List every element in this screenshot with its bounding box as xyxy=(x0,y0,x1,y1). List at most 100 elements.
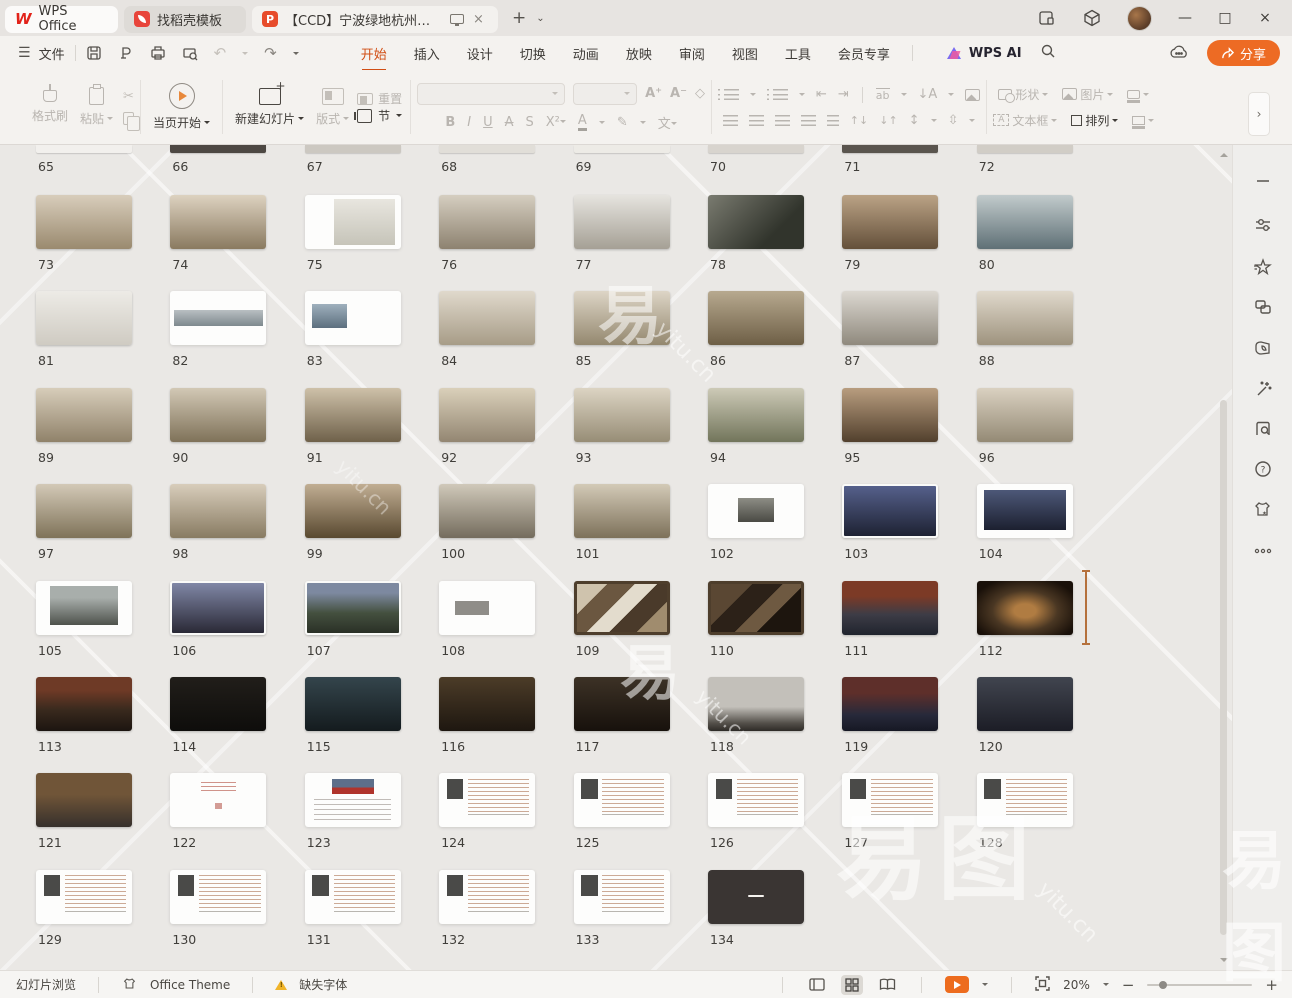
slide-thumbnail[interactable] xyxy=(170,677,266,731)
slide-thumbnail[interactable] xyxy=(977,677,1073,731)
slide-thumbnail[interactable] xyxy=(708,773,804,827)
share-button[interactable]: 分享 xyxy=(1207,40,1280,66)
slide-thumbnail[interactable] xyxy=(708,388,804,442)
find-document-icon[interactable] xyxy=(1251,417,1275,441)
save-icon[interactable] xyxy=(86,45,102,61)
slide-thumbnail[interactable] xyxy=(842,581,938,635)
slide-thumbnail[interactable] xyxy=(842,773,938,827)
slide-thumbnail[interactable] xyxy=(439,677,535,731)
slide-thumbnail[interactable] xyxy=(842,195,938,249)
devices-icon[interactable] xyxy=(1039,10,1057,26)
section-button[interactable]: 节 xyxy=(357,107,402,124)
slide-thumbnail[interactable] xyxy=(708,145,804,153)
slide-thumbnail[interactable] xyxy=(305,195,401,249)
user-avatar[interactable] xyxy=(1127,6,1152,31)
wps-ai-button[interactable]: WPS AI xyxy=(947,46,1022,61)
search-icon[interactable] xyxy=(1040,43,1056,63)
tab-list-chevron-icon[interactable]: ⌄ xyxy=(536,13,544,24)
slide-thumbnail[interactable] xyxy=(708,581,804,635)
print-icon[interactable] xyxy=(150,45,166,61)
zoom-chevron-icon[interactable] xyxy=(1103,983,1109,989)
slide-thumbnail[interactable] xyxy=(574,291,670,345)
switch-windows-icon[interactable] xyxy=(1251,295,1275,319)
zoom-level[interactable]: 20% xyxy=(1063,978,1090,992)
slide-thumbnail[interactable] xyxy=(36,388,132,442)
maximize-button[interactable]: □ xyxy=(1218,10,1232,26)
close-button[interactable]: × xyxy=(1258,10,1272,26)
docer-resource-icon[interactable] xyxy=(1251,336,1275,360)
scroll-up-icon[interactable] xyxy=(1220,149,1228,157)
slide-thumbnail[interactable] xyxy=(439,581,535,635)
slide-thumbnail[interactable] xyxy=(842,145,938,153)
arrange-button[interactable]: 排列 xyxy=(1071,112,1118,129)
slide-thumbnail[interactable] xyxy=(977,773,1073,827)
slide-thumbnail[interactable] xyxy=(36,773,132,827)
slide-thumbnail[interactable] xyxy=(36,195,132,249)
theme-name[interactable]: Office Theme xyxy=(150,978,230,992)
slide-thumbnail[interactable] xyxy=(439,291,535,345)
slide-thumbnail[interactable] xyxy=(574,773,670,827)
slide-thumbnail[interactable] xyxy=(842,291,938,345)
normal-view-button[interactable] xyxy=(806,975,828,995)
slide-thumbnail[interactable] xyxy=(977,388,1073,442)
slide-thumbnail[interactable] xyxy=(170,870,266,924)
tab-slideshow[interactable]: 放映 xyxy=(626,44,652,63)
slide-thumbnail[interactable] xyxy=(305,291,401,345)
scroll-down-icon[interactable] xyxy=(1220,958,1228,966)
help-icon[interactable]: ? xyxy=(1251,457,1275,481)
slide-thumbnail[interactable] xyxy=(36,145,132,153)
slide-thumbnail[interactable] xyxy=(170,581,266,635)
slide-thumbnail[interactable] xyxy=(170,388,266,442)
new-tab-button[interactable]: + xyxy=(508,8,530,28)
slide-thumbnail[interactable] xyxy=(170,773,266,827)
slide-thumbnail[interactable] xyxy=(574,195,670,249)
tab-review[interactable]: 审阅 xyxy=(679,44,705,63)
slide-thumbnail[interactable] xyxy=(170,291,266,345)
slide-thumbnail[interactable] xyxy=(842,677,938,731)
hamburger-icon[interactable]: ☰ xyxy=(18,45,31,61)
slide-thumbnail[interactable] xyxy=(36,291,132,345)
slide-thumbnail[interactable] xyxy=(574,388,670,442)
new-slide-button[interactable]: 新建幻灯片 xyxy=(229,84,310,131)
slide-thumbnail[interactable] xyxy=(574,581,670,635)
collapse-panel-icon[interactable] xyxy=(1251,169,1275,193)
slide-thumbnail[interactable] xyxy=(708,195,804,249)
cube-icon[interactable] xyxy=(1083,9,1101,27)
slide-thumbnail[interactable] xyxy=(305,145,401,153)
tab-home[interactable]: 开始 xyxy=(361,44,387,63)
ribbon-expand-button[interactable]: › xyxy=(1248,92,1270,136)
slide-thumbnail[interactable] xyxy=(574,145,670,153)
slide-thumbnail[interactable] xyxy=(977,484,1073,538)
tab-document[interactable]: P 【CCD】宁波绿地杭州湾酒店 × xyxy=(252,6,498,33)
slide-sorter-view-button[interactable] xyxy=(841,975,863,995)
play-slideshow-button[interactable] xyxy=(945,976,969,993)
slide-thumbnail[interactable] xyxy=(36,484,132,538)
slide-thumbnail[interactable] xyxy=(305,388,401,442)
slide-thumbnail[interactable] xyxy=(305,581,401,635)
slide-thumbnail[interactable] xyxy=(170,195,266,249)
slide-thumbnail[interactable] xyxy=(305,677,401,731)
fit-screen-icon[interactable] xyxy=(1035,976,1050,994)
cloud-sync-icon[interactable] xyxy=(1169,44,1189,63)
missing-fonts-label[interactable]: 缺失字体 xyxy=(299,976,347,993)
slide-thumbnail[interactable] xyxy=(977,145,1073,153)
slide-thumbnail[interactable] xyxy=(574,870,670,924)
slide-thumbnail[interactable] xyxy=(439,145,535,153)
slide-thumbnail[interactable] xyxy=(170,145,266,153)
scrollbar-thumb[interactable] xyxy=(1220,400,1227,935)
zoom-out-button[interactable]: − xyxy=(1122,976,1135,994)
slide-thumbnail[interactable] xyxy=(305,484,401,538)
properties-sliders-icon[interactable] xyxy=(1251,213,1275,237)
start-from-current-slide-button[interactable]: 当页开始 xyxy=(147,79,216,135)
tab-animation[interactable]: 动画 xyxy=(573,44,599,63)
slide-thumbnail[interactable] xyxy=(842,388,938,442)
play-options-chevron-icon[interactable] xyxy=(982,983,988,989)
tab-view[interactable]: 视图 xyxy=(732,44,758,63)
quick-access-chevron-icon[interactable] xyxy=(293,52,299,58)
tab-member[interactable]: 会员专享 xyxy=(838,44,890,63)
slide-thumbnail[interactable] xyxy=(439,388,535,442)
slide-thumbnail[interactable] xyxy=(977,291,1073,345)
tab-docer-templates[interactable]: 找稻壳模板 xyxy=(124,6,246,33)
slide-thumbnail[interactable] xyxy=(708,291,804,345)
slide-thumbnail[interactable] xyxy=(842,484,938,538)
